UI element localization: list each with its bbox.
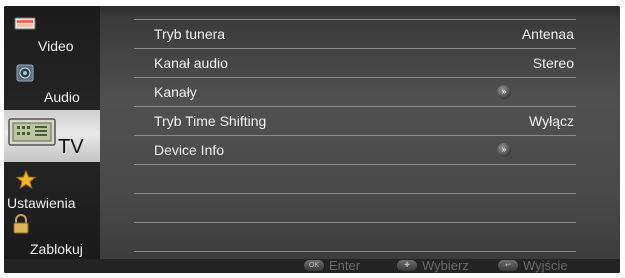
exit-hint: ↩ Wyjście (498, 259, 568, 273)
row-value: Antenaa (521, 26, 574, 42)
menu-row-time-shifting[interactable]: Tryb Time Shifting Wyłącz (134, 107, 576, 136)
row-label: Kanały (154, 84, 197, 100)
menu-row-empty (134, 165, 576, 194)
menu-row-kanaly[interactable]: Kanały » (134, 78, 576, 107)
enter-label: Enter (329, 258, 361, 273)
back-arrow-icon: ↩ (498, 260, 518, 272)
audio-speaker-icon (16, 64, 34, 87)
menu-row-empty (134, 223, 576, 252)
sidebar-item-label: Video (38, 38, 74, 54)
row-label: Kanał audio (154, 55, 228, 71)
menu-row-device-info[interactable]: Device Info » (134, 136, 576, 165)
select-hint: ✚ Wybierz (397, 259, 469, 273)
sidebar-item-video[interactable]: Video (4, 6, 100, 56)
menu-row-tryb-tunera[interactable]: Tryb tunera Antenaa (134, 20, 576, 49)
sidebar-item-label: Audio (44, 89, 80, 105)
video-monitor-icon (14, 16, 36, 37)
exit-label: Wyjście (523, 258, 568, 273)
footer-hints: OK Enter ✚ Wybierz ↩ Wyjście (4, 259, 620, 273)
enter-hint: OK Enter (304, 259, 360, 273)
row-label: Tryb tunera (154, 26, 226, 42)
star-settings-icon (15, 169, 37, 195)
tv-settings-menu: Video Audio TV Ustawienia Zablokuj Tryb … (4, 6, 620, 273)
select-label: Wybierz (422, 258, 469, 273)
row-label: Tryb Time Shifting (154, 113, 267, 129)
menu-row-empty (134, 194, 576, 223)
sidebar-item-tv[interactable]: TV (4, 110, 100, 162)
sidebar: Video Audio TV Ustawienia Zablokuj (4, 6, 100, 262)
submenu-arrow-icon[interactable]: » (497, 85, 511, 99)
row-value: Wyłącz (529, 113, 574, 129)
sidebar-item-zablokuj[interactable]: Zablokuj (4, 212, 100, 262)
submenu-arrow-icon[interactable]: » (497, 143, 511, 157)
sidebar-item-label: TV (58, 136, 84, 158)
sidebar-item-label: Zablokuj (30, 241, 83, 257)
sidebar-item-label: Ustawienia (7, 195, 76, 211)
row-label: Device Info (154, 142, 225, 158)
row-value: Stereo (532, 55, 574, 71)
dpad-icon: ✚ (397, 260, 417, 272)
sidebar-item-ustawienia[interactable]: Ustawienia (4, 166, 100, 216)
ok-button-icon: OK (304, 260, 324, 272)
padlock-icon (12, 214, 30, 239)
sidebar-item-audio[interactable]: Audio (4, 58, 100, 108)
tv-tuner-icon (8, 118, 56, 153)
menu-row-kanal-audio[interactable]: Kanał audio Stereo (134, 49, 576, 78)
